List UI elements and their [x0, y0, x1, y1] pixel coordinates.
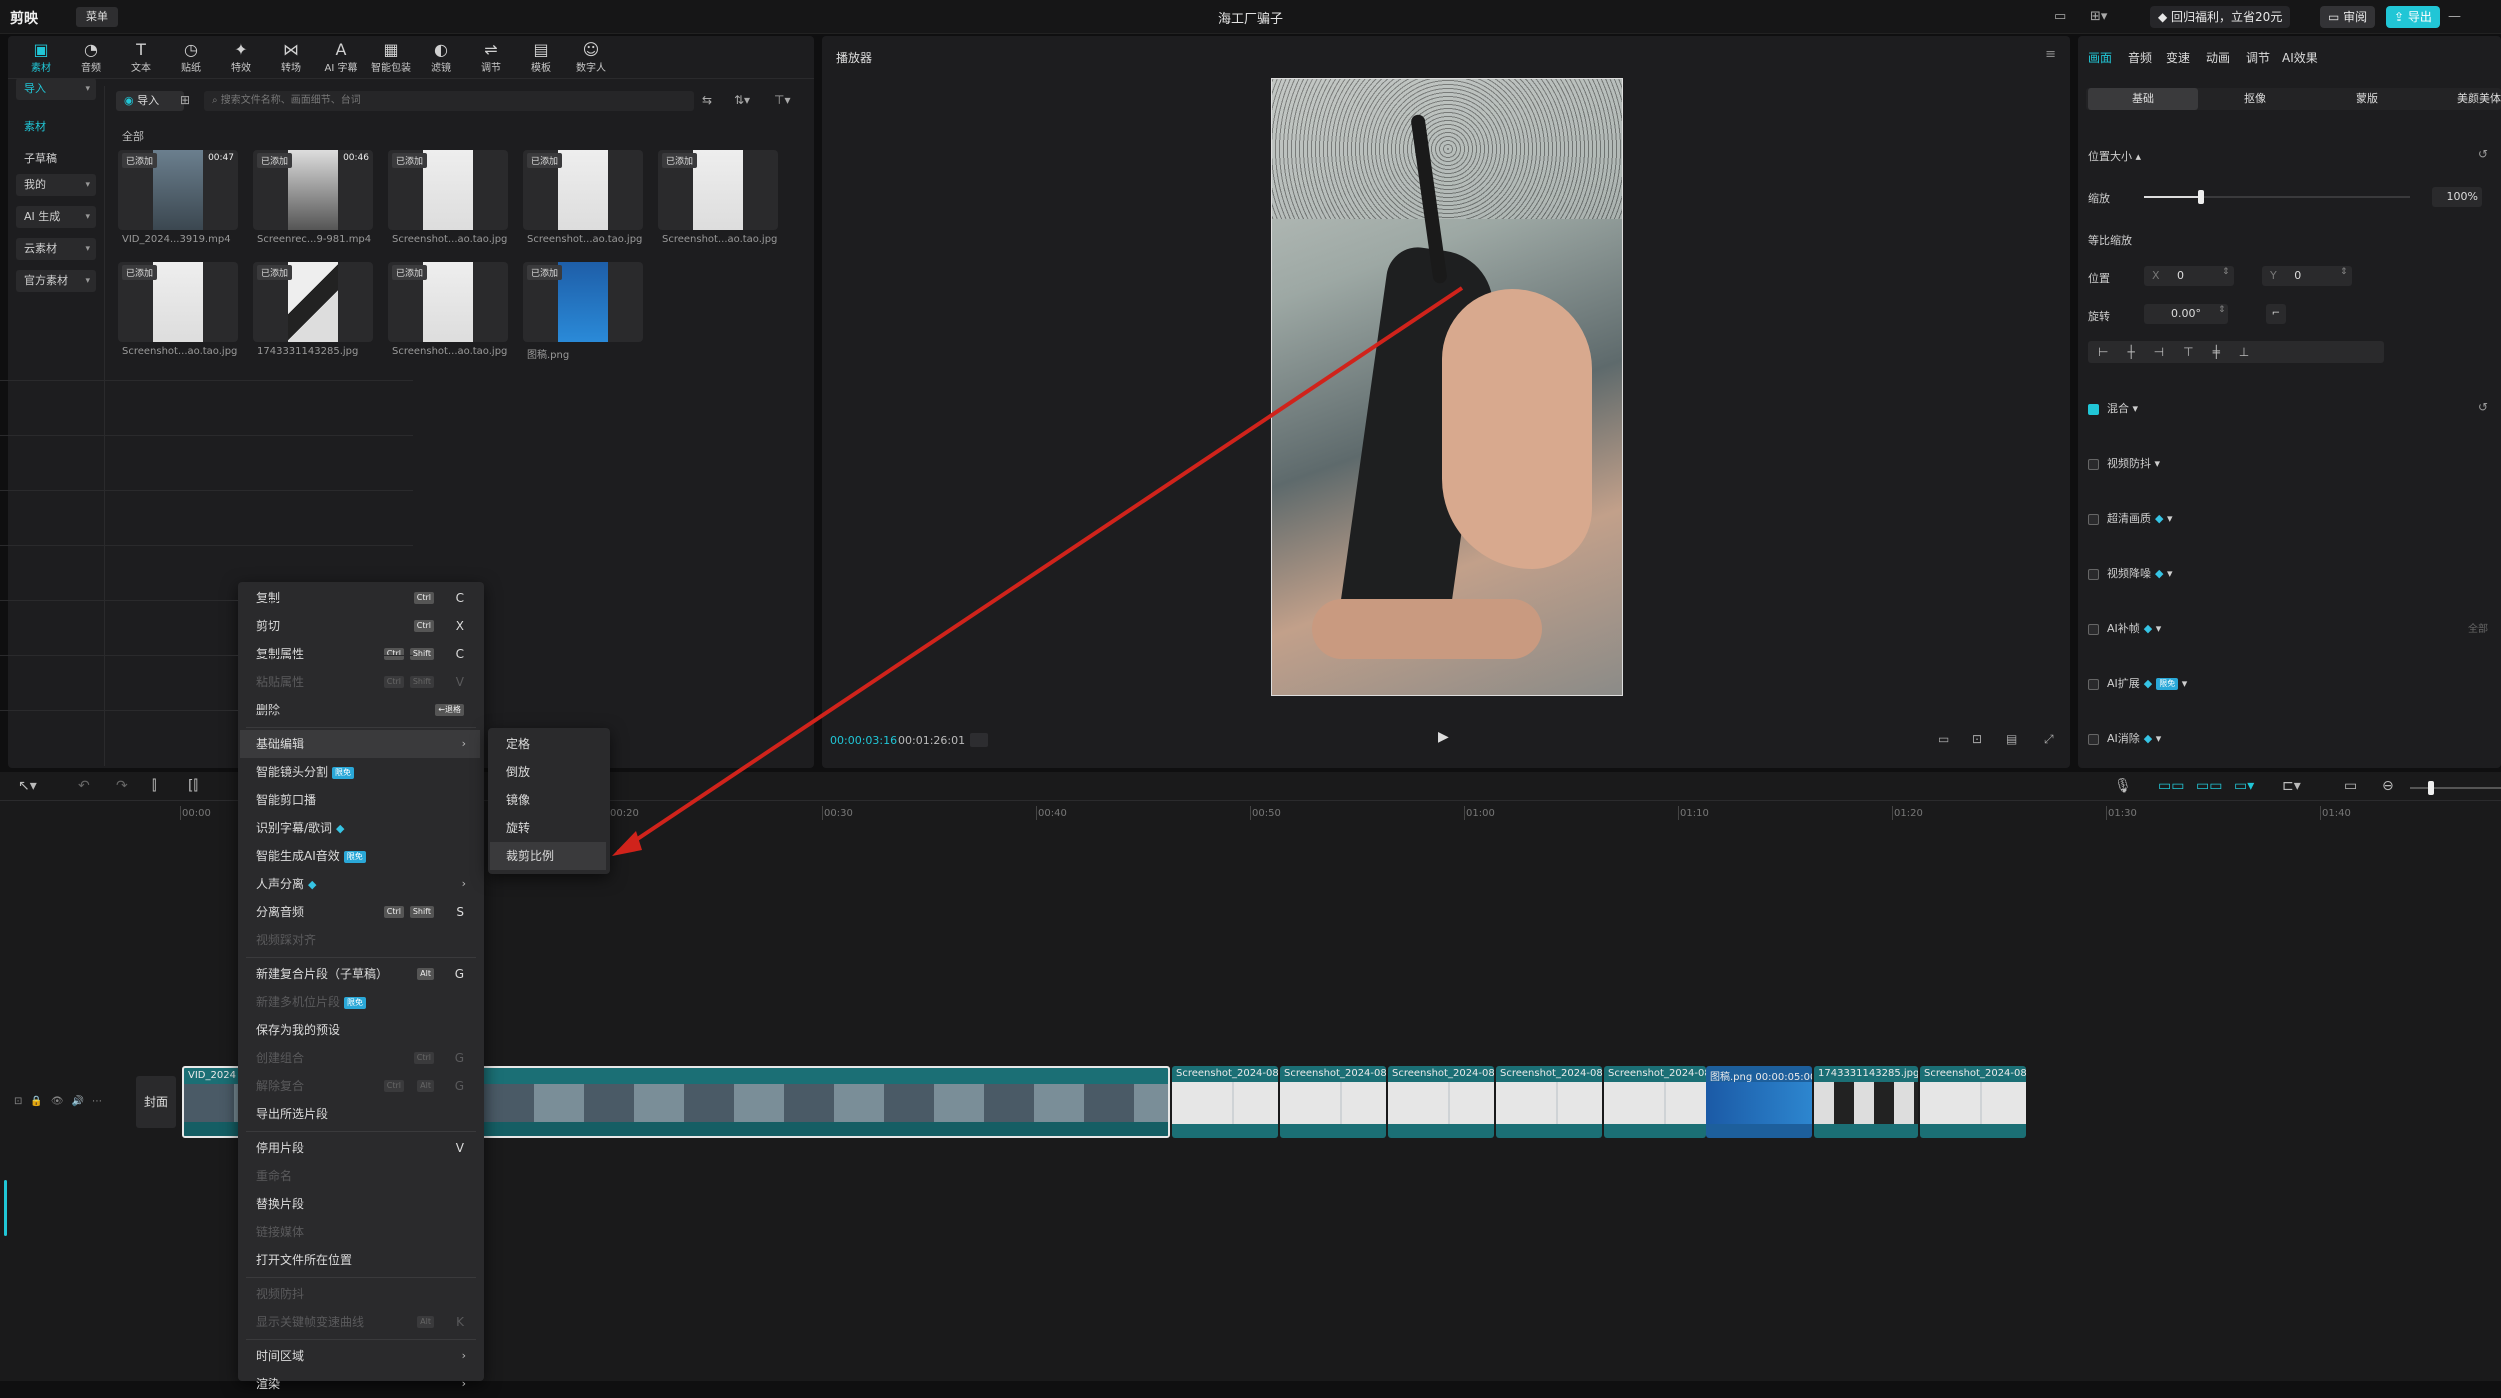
sidebar-label: 导入 — [24, 82, 46, 95]
media-name: Screenshot...ao.tao.jpg — [122, 346, 238, 357]
thumb-image — [288, 150, 338, 230]
media-thumb[interactable]: 已添加 — [523, 262, 643, 342]
media-thumb[interactable]: 已添加 00:47 — [118, 150, 238, 230]
arrow-head — [612, 831, 642, 856]
divider — [0, 380, 413, 381]
added-tag: 已添加 — [122, 265, 158, 280]
sidebar-label: 云素材 — [24, 242, 57, 255]
annotation-arrow — [612, 286, 1464, 856]
divider — [0, 435, 413, 436]
sidebar-item-3[interactable]: 我的 ▾ — [16, 174, 96, 196]
divider — [0, 710, 413, 711]
sidebar-label: AI 生成 — [24, 210, 61, 223]
sidebar-label: 素材 — [24, 120, 46, 133]
media-thumb[interactable]: 已添加 00:46 — [253, 150, 373, 230]
media-thumb[interactable]: 已添加 — [658, 150, 778, 230]
media-name: Screenshot...ao.tao.jpg — [392, 346, 508, 357]
added-tag: 已添加 — [527, 153, 563, 168]
sidebar-label: 官方素材 — [24, 274, 68, 287]
media-name: Screenrec...9-981.mp4 — [257, 234, 372, 245]
thumb-image — [423, 150, 473, 230]
sidebar-item-1[interactable]: 素材 — [16, 116, 96, 138]
sidebar-label: 我的 — [24, 178, 46, 191]
cut-label: 全部 — [2468, 624, 2488, 635]
thumb-image — [153, 262, 203, 342]
added-tag: 已添加 — [392, 265, 428, 280]
chevron-down-icon: ▾ — [85, 276, 90, 286]
added-tag: 已添加 — [527, 265, 563, 280]
thumb-image — [153, 150, 203, 230]
chevron-down-icon: ▾ — [85, 84, 90, 94]
media-name: Screenshot...ao.tao.jpg — [527, 234, 643, 245]
sidebar-label: 子草稿 — [24, 152, 57, 165]
duration: 00:47 — [208, 153, 234, 163]
chevron-down-icon: ▾ — [85, 212, 90, 222]
media-thumb[interactable]: 已添加 — [118, 262, 238, 342]
added-tag: 已添加 — [392, 153, 428, 168]
media-thumb[interactable]: 已添加 — [523, 150, 643, 230]
thumb-image — [558, 262, 608, 342]
added-tag: 已添加 — [257, 265, 293, 280]
divider — [0, 490, 413, 491]
sidebar-item-0[interactable]: 导入 ▾ — [16, 78, 96, 100]
reset-icon[interactable]: ↺ — [2478, 400, 2488, 414]
divider — [0, 655, 413, 656]
duration: 00:46 — [343, 153, 369, 163]
divider — [0, 545, 413, 546]
sidebar-item-4[interactable]: AI 生成 ▾ — [16, 206, 96, 228]
thumb-image — [558, 150, 608, 230]
media-name: Screenshot...ao.tao.jpg — [392, 234, 508, 245]
divider — [0, 600, 413, 601]
chevron-down-icon: ▾ — [85, 180, 90, 190]
added-tag: 已添加 — [257, 153, 293, 168]
media-thumb[interactable]: 已添加 — [388, 262, 508, 342]
media-thumb[interactable]: 已添加 — [253, 262, 373, 342]
added-tag: 已添加 — [662, 153, 698, 168]
arrow-line — [616, 286, 1464, 854]
sidebar-item-2[interactable]: 子草稿 — [16, 148, 96, 170]
thumb-image — [423, 262, 473, 342]
chevron-down-icon: ▾ — [85, 244, 90, 254]
sidebar-item-5[interactable]: 云素材 ▾ — [16, 238, 96, 260]
media-name: VID_2024...3919.mp4 — [122, 234, 231, 245]
media-name: Screenshot...ao.tao.jpg — [662, 234, 778, 245]
media-name: 1743331143285.jpg — [257, 346, 359, 357]
thumb-image — [288, 262, 338, 342]
media-thumb[interactable]: 已添加 — [388, 150, 508, 230]
sidebar-item-6[interactable]: 官方素材 ▾ — [16, 270, 96, 292]
thumb-image — [693, 150, 743, 230]
media-name: 图稿.png — [527, 350, 570, 361]
added-tag: 已添加 — [122, 153, 158, 168]
